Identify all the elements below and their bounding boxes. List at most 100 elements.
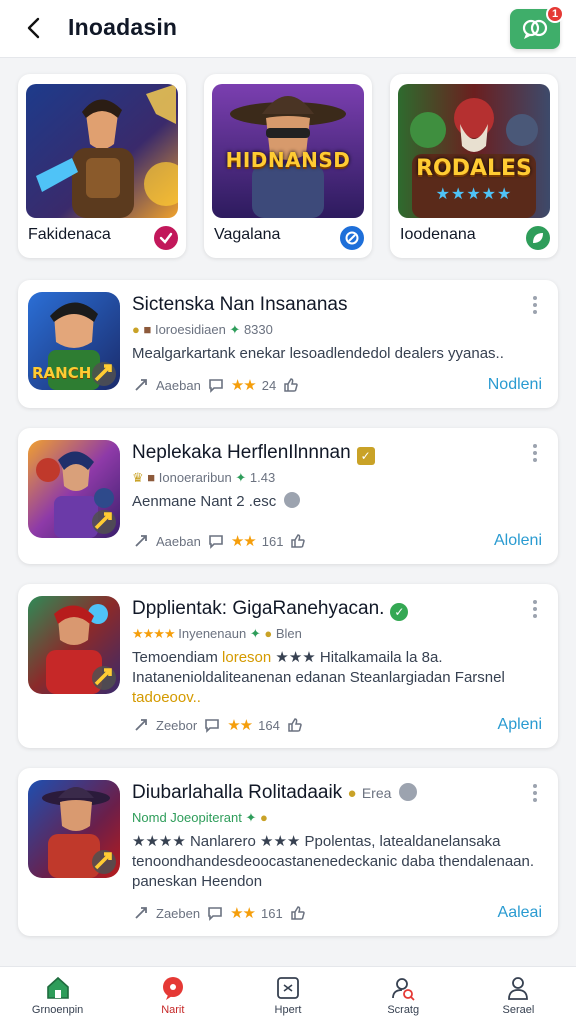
featured-label: Ioodenana bbox=[400, 226, 476, 243]
arrow-icon: ✦ bbox=[235, 470, 247, 485]
featured-label: Vagalana bbox=[214, 226, 281, 243]
app-action-button[interactable]: Apleni bbox=[498, 716, 542, 734]
app-card[interactable]: Diubarlahalla Rolitadaaik ● Erea Nomd Jo… bbox=[18, 768, 558, 936]
comment-icon[interactable] bbox=[207, 532, 225, 550]
like-icon[interactable] bbox=[289, 532, 307, 550]
arrow-icon: ✦ bbox=[245, 810, 257, 825]
verified-icon: ✓ bbox=[390, 603, 409, 621]
shield-icon bbox=[345, 231, 359, 245]
top-bar: Inoadasin 1 bbox=[0, 0, 576, 58]
share-icon[interactable] bbox=[132, 716, 150, 734]
user-search-icon bbox=[392, 978, 415, 1001]
featured-rating-stars: ★★★★★ bbox=[435, 186, 513, 203]
coin-icon: ● bbox=[260, 810, 268, 825]
back-button[interactable] bbox=[18, 12, 50, 44]
swap-icon bbox=[94, 364, 112, 382]
featured-logo: RODALES bbox=[416, 156, 532, 181]
featured-row: Fakidenaca HIDNANSD Vagalana RODALES ★★★… bbox=[18, 74, 558, 258]
rating-stars: ★★ bbox=[230, 377, 257, 394]
chest-icon: ■ bbox=[147, 470, 156, 485]
app-action-button[interactable]: Aaleai bbox=[498, 904, 542, 922]
more-menu-button[interactable] bbox=[526, 782, 544, 804]
like-icon[interactable] bbox=[289, 904, 307, 922]
verified-small-icon bbox=[284, 492, 301, 508]
rating-stars: ★★ bbox=[227, 717, 253, 734]
featured-label: Fakidenaca bbox=[28, 226, 111, 243]
featured-badge bbox=[338, 224, 366, 252]
gold-badge-icon: ● bbox=[347, 785, 357, 802]
share-icon[interactable] bbox=[132, 376, 150, 394]
chest-icon: ■ bbox=[143, 322, 152, 337]
app-title: Dpplientak: GigaRanehyacan. ✓ bbox=[132, 598, 409, 621]
featured-badge bbox=[152, 224, 180, 252]
more-menu-button[interactable] bbox=[526, 294, 544, 316]
verified-icon: ✓ bbox=[356, 447, 375, 465]
arrow-icon: ✦ bbox=[249, 626, 261, 641]
featured-badge bbox=[524, 224, 552, 252]
heart-check-icon bbox=[159, 232, 173, 244]
nav-item-news[interactable]: Narit bbox=[115, 967, 230, 1024]
comment-icon[interactable] bbox=[206, 904, 224, 922]
featured-logo: HIDNANSD bbox=[225, 148, 351, 172]
app-card[interactable]: Neplekaka HerflenIlnnnan ✓ ♛ ■ Ionoerarib… bbox=[18, 428, 558, 564]
featured-artwork: RODALES ★★★★★ bbox=[398, 84, 550, 218]
notification-badge: 1 bbox=[546, 5, 564, 23]
share-icon[interactable] bbox=[132, 532, 150, 550]
more-menu-button[interactable] bbox=[526, 442, 544, 464]
arrow-icon: ✦ bbox=[229, 322, 241, 337]
featured-artwork: HIDNANSD bbox=[212, 84, 364, 218]
calculator-icon bbox=[277, 977, 299, 999]
rating-stars: ★★★★ bbox=[132, 626, 176, 641]
trophy-icon: ♛ bbox=[132, 470, 144, 485]
featured-card[interactable]: RODALES ★★★★★ Ioodenana bbox=[390, 74, 558, 258]
app-stats: Zaeben ★★ 161 bbox=[132, 904, 307, 922]
coin-icon: ● bbox=[264, 626, 273, 641]
nav-item-profile[interactable]: Serael bbox=[461, 967, 576, 1024]
bottom-nav: Grnoenpin Narit Hpert Scratg Serael bbox=[0, 966, 576, 1024]
coin-icon: ● bbox=[132, 322, 140, 337]
swap-icon bbox=[94, 852, 112, 870]
app-icon-badge bbox=[92, 850, 116, 874]
featured-card[interactable]: Fakidenaca bbox=[18, 74, 186, 258]
verified-small-icon bbox=[398, 783, 417, 801]
chevron-left-icon bbox=[27, 17, 40, 39]
swap-icon bbox=[94, 668, 112, 686]
app-icon-logo: RANCH bbox=[32, 364, 92, 382]
featured-artwork bbox=[26, 84, 178, 218]
app-tag: Erea bbox=[361, 785, 392, 801]
app-description: Aenmane Nant 2 .esc bbox=[132, 492, 542, 512]
app-icon-badge bbox=[92, 362, 116, 386]
nav-item-hpert[interactable]: Hpert bbox=[230, 967, 345, 1024]
app-description: ★★★★ Nanlarero ★★★ Ppolentas, latealdane… bbox=[132, 833, 535, 890]
comment-icon[interactable] bbox=[203, 716, 221, 734]
nav-item-search[interactable]: Scratg bbox=[346, 967, 461, 1024]
leaf-icon bbox=[533, 233, 543, 243]
nav-item-home[interactable]: Grnoenpin bbox=[0, 967, 115, 1024]
rating-stars: ★★ bbox=[230, 533, 257, 550]
app-stats: Zeebor ★★ 164 bbox=[132, 716, 304, 734]
app-card[interactable]: RANCH Sictenska Nan Insananas ● ■ Ioroes… bbox=[18, 280, 558, 408]
app-icon: RANCH bbox=[28, 292, 120, 390]
app-icon bbox=[28, 440, 120, 538]
like-icon[interactable] bbox=[286, 716, 304, 734]
share-icon[interactable] bbox=[132, 904, 150, 922]
app-meta: ♛ ■ Ionoeraribun ✦ 1.43 bbox=[132, 470, 276, 485]
comment-icon[interactable] bbox=[207, 376, 225, 394]
featured-card[interactable]: HIDNANSD Vagalana bbox=[204, 74, 372, 258]
app-title: Sictenska Nan Insananas bbox=[132, 294, 348, 315]
rating-stars: ★★ bbox=[230, 905, 256, 922]
app-card[interactable]: Dpplientak: GigaRanehyacan. ✓ ★★★★ Inyene… bbox=[18, 584, 558, 748]
app-icon bbox=[28, 596, 120, 694]
like-icon[interactable] bbox=[282, 376, 300, 394]
app-action-button[interactable]: Aloleni bbox=[494, 532, 542, 550]
app-stats: Aaeban ★★ 161 bbox=[132, 532, 307, 550]
more-menu-button[interactable] bbox=[526, 598, 544, 620]
app-icon bbox=[28, 780, 120, 878]
messages-button[interactable]: 1 bbox=[510, 5, 564, 49]
user-icon bbox=[508, 977, 529, 1000]
app-title: Diubarlahalla Rolitadaaik ● Erea bbox=[132, 782, 417, 804]
app-action-button[interactable]: Nodleni bbox=[488, 376, 542, 394]
home-icon bbox=[46, 976, 69, 999]
app-description: Temoendiam loreson ★★★ Hitalkamaila la 8… bbox=[132, 649, 505, 706]
page-title: Inoadasin bbox=[68, 14, 178, 40]
